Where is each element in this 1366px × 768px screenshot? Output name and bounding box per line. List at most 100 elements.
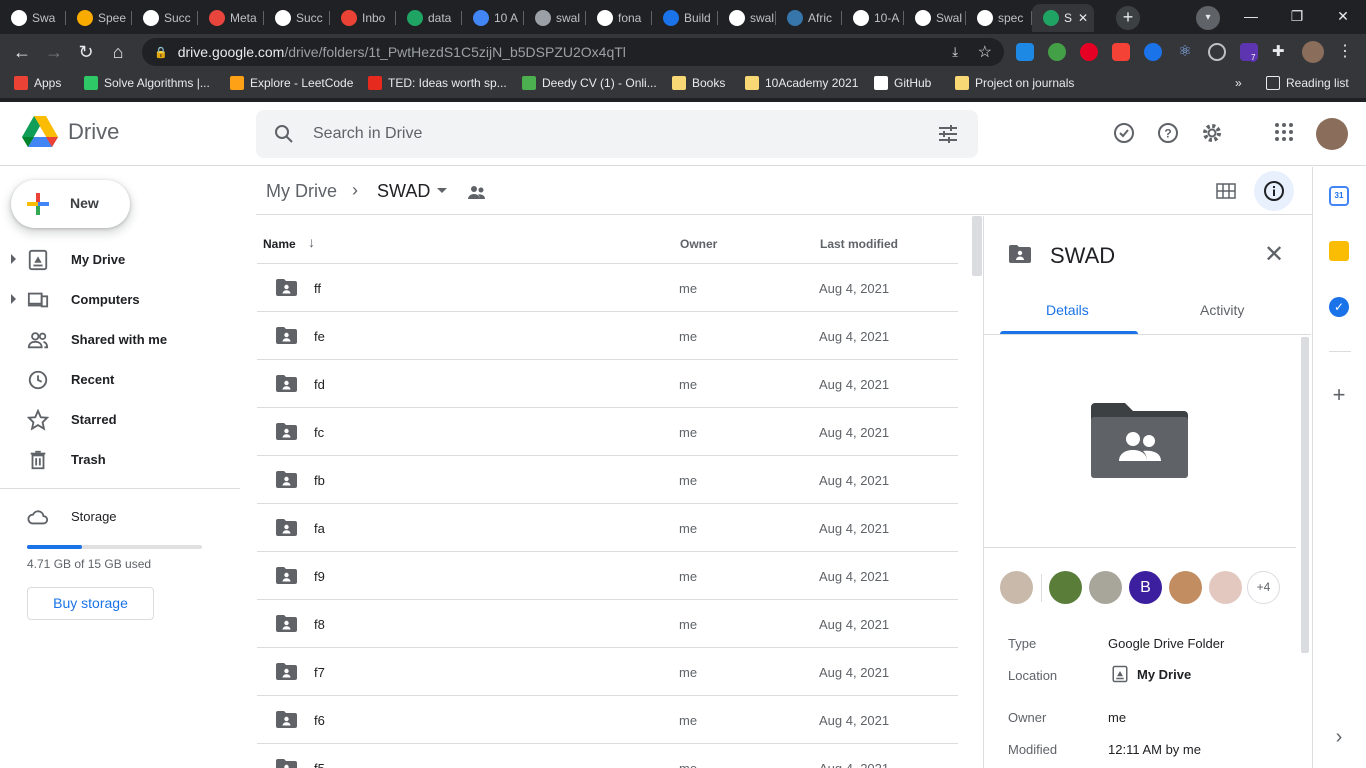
location-chip[interactable]: My Drive	[1111, 665, 1191, 683]
extension-icon[interactable]	[1208, 43, 1226, 61]
table-row[interactable]: fd me Aug 4, 2021	[257, 360, 958, 408]
table-row[interactable]: f8 me Aug 4, 2021	[257, 600, 958, 648]
shared-user-avatar[interactable]	[1209, 571, 1242, 604]
close-window-icon[interactable]: ✕	[1320, 0, 1366, 32]
shared-user-avatar[interactable]: B	[1129, 571, 1162, 604]
browser-tab[interactable]: Inbo	[330, 4, 396, 32]
search-bar[interactable]: Search in Drive	[256, 110, 978, 158]
home-icon[interactable]: ⌂	[102, 36, 134, 68]
add-addon-icon[interactable]: +	[1329, 384, 1349, 406]
extensions-puzzle-icon[interactable]: ✚	[1272, 43, 1290, 61]
browser-tab[interactable]: Spee	[66, 4, 132, 32]
drive-logo[interactable]: Drive	[22, 116, 119, 148]
browser-tab[interactable]: Meta	[198, 4, 264, 32]
tasks-icon[interactable]: ✓	[1329, 297, 1349, 317]
shared-user-avatar[interactable]	[1089, 571, 1122, 604]
browser-tab[interactable]: swal	[718, 4, 776, 32]
keep-icon[interactable]	[1329, 241, 1349, 261]
sidebar-item-recent[interactable]: Recent	[0, 361, 240, 397]
browser-tab[interactable]: data	[396, 4, 462, 32]
table-row[interactable]: f7 me Aug 4, 2021	[257, 648, 958, 696]
back-icon[interactable]: ←	[6, 36, 38, 68]
browser-tab[interactable]: Succ	[264, 4, 330, 32]
table-row[interactable]: fb me Aug 4, 2021	[257, 456, 958, 504]
search-options-icon[interactable]	[938, 125, 958, 143]
grid-view-icon[interactable]	[1216, 181, 1236, 201]
expand-arrow-icon[interactable]	[11, 254, 16, 264]
extension-icon[interactable]	[1144, 43, 1162, 61]
sidebar-item-starred[interactable]: Starred	[0, 401, 240, 437]
table-row[interactable]: fc me Aug 4, 2021	[257, 408, 958, 456]
browser-tab[interactable]: Succ	[132, 4, 198, 32]
close-tab-icon[interactable]: ✕	[1078, 11, 1088, 25]
forward-icon[interactable]: →	[38, 36, 70, 68]
sidebar-item-trash[interactable]: Trash	[0, 441, 240, 477]
browser-tab[interactable]: Swa	[0, 4, 66, 32]
bookmark-item[interactable]: Apps	[14, 76, 61, 90]
more-shared-users[interactable]: +4	[1247, 571, 1280, 604]
browser-tab[interactable]: fona	[586, 4, 652, 32]
bookmark-item[interactable]: Explore - LeetCode	[230, 76, 353, 90]
shared-user-avatar[interactable]	[1169, 571, 1202, 604]
table-row[interactable]: f9 me Aug 4, 2021	[257, 552, 958, 600]
bookmark-item[interactable]: GitHub	[874, 76, 931, 90]
bookmark-item[interactable]: 10Academy 2021	[745, 76, 858, 90]
table-row[interactable]: f6 me Aug 4, 2021	[257, 696, 958, 744]
buy-storage-button[interactable]: Buy storage	[27, 587, 154, 620]
browser-menu-icon[interactable]: ⋮	[1336, 43, 1354, 61]
shared-user-avatar[interactable]	[1000, 571, 1033, 604]
search-icon[interactable]	[274, 124, 294, 144]
restore-icon[interactable]: ❐	[1274, 0, 1320, 32]
shared-user-avatar[interactable]	[1049, 571, 1082, 604]
bookmark-star-icon[interactable]: ☆	[978, 42, 992, 62]
bookmark-item[interactable]: Deedy CV (1) - Onli...	[522, 76, 657, 90]
extension-icon[interactable]: 7	[1240, 43, 1258, 62]
browser-tab[interactable]: 10-A	[842, 4, 904, 32]
table-row[interactable]: fe me Aug 4, 2021	[257, 312, 958, 360]
breadcrumb-current[interactable]: SWAD	[377, 181, 430, 202]
reading-list-button[interactable]: Reading list	[1266, 76, 1349, 90]
extension-icon[interactable]	[1016, 43, 1034, 61]
browser-tab[interactable]: 10 A	[462, 4, 524, 32]
new-button[interactable]: New	[11, 180, 130, 228]
bookmark-item[interactable]: Solve Algorithms |...	[84, 76, 210, 90]
table-row[interactable]: fa me Aug 4, 2021	[257, 504, 958, 552]
settings-gear-icon[interactable]	[1200, 122, 1224, 146]
new-tab-button[interactable]: +	[1116, 6, 1140, 30]
bookmark-item[interactable]: Books	[672, 76, 725, 90]
column-last-modified[interactable]: Last modified	[820, 237, 898, 251]
storage-item[interactable]: Storage	[0, 498, 240, 534]
sort-arrow-icon[interactable]: ↓	[308, 234, 315, 250]
browser-tab[interactable]: Build	[652, 4, 718, 32]
folder-dropdown-icon[interactable]	[437, 188, 447, 193]
bookmark-item[interactable]: TED: Ideas worth sp...	[368, 76, 507, 90]
details-scrollbar[interactable]	[1301, 337, 1309, 653]
bookmark-item[interactable]: Project on journals	[955, 76, 1074, 90]
account-avatar[interactable]	[1316, 118, 1348, 150]
extension-icon[interactable]	[1048, 43, 1066, 61]
list-scrollbar[interactable]	[972, 216, 982, 276]
more-bookmarks-icon[interactable]: »	[1235, 76, 1242, 90]
minimize-icon[interactable]: —	[1228, 0, 1274, 32]
expand-panel-icon[interactable]: ›	[1329, 727, 1349, 747]
install-icon[interactable]: ⤓	[952, 44, 958, 60]
breadcrumb-root[interactable]: My Drive	[266, 181, 337, 202]
expand-arrow-icon[interactable]	[11, 294, 16, 304]
react-icon[interactable]: ⚛	[1176, 43, 1194, 61]
tab-search-icon[interactable]: ▾	[1196, 6, 1220, 30]
calendar-icon[interactable]: 31	[1329, 186, 1349, 206]
apps-grid-icon[interactable]	[1272, 122, 1296, 146]
profile-avatar[interactable]	[1302, 41, 1324, 63]
sidebar-item-my-drive[interactable]: My Drive	[0, 241, 240, 277]
search-input[interactable]: Search in Drive	[313, 125, 422, 143]
browser-tab[interactable]: spec	[966, 4, 1032, 32]
browser-tab[interactable]: S ✕	[1032, 4, 1094, 32]
tab-activity[interactable]: Activity	[1200, 302, 1244, 318]
browser-tab[interactable]: swal	[524, 4, 586, 32]
reload-icon[interactable]: ↻	[70, 36, 102, 68]
address-bar[interactable]: 🔒 drive.google.com/drive/folders/1t_PwtH…	[142, 38, 1004, 66]
help-icon[interactable]: ?	[1156, 122, 1180, 146]
browser-tab[interactable]: Afric	[776, 4, 842, 32]
tab-details[interactable]: Details	[1046, 302, 1089, 318]
sidebar-item-computers[interactable]: Computers	[0, 281, 240, 317]
